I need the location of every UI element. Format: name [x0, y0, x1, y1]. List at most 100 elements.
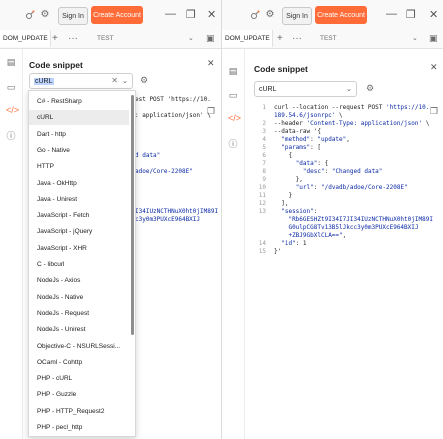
- language-option[interactable]: JavaScript - Fetch: [29, 208, 129, 223]
- line-number: 6: [262, 152, 266, 159]
- new-tab-plus-icon[interactable]: +: [52, 33, 58, 44]
- close-window-button[interactable]: ✕: [207, 8, 216, 21]
- code-snippet-icon[interactable]: </>: [228, 113, 241, 123]
- new-tab-plus-icon[interactable]: +: [277, 33, 283, 44]
- language-option[interactable]: JavaScript - jQuery: [29, 224, 129, 239]
- clear-icon[interactable]: ✕: [111, 76, 118, 85]
- documentation-icon[interactable]: ▤: [6, 57, 16, 68]
- sign-in-button[interactable]: Sign In: [282, 7, 312, 25]
- more-tabs-icon[interactable]: ···: [68, 33, 78, 44]
- minimize-window-button[interactable]: —: [386, 8, 397, 20]
- close-panel-icon[interactable]: ✕: [430, 62, 438, 73]
- left-topbar: ⚙ Sign In Create Account — ❐ ✕: [0, 0, 221, 30]
- tab-dom-update[interactable]: DOM_UPDATE: [0, 30, 51, 47]
- settings-gear-icon[interactable]: ⚙: [264, 8, 276, 21]
- minimize-window-button[interactable]: —: [165, 8, 176, 20]
- language-option[interactable]: PHP - Guzzle: [29, 387, 129, 402]
- satellite-icon[interactable]: [24, 9, 36, 21]
- language-option[interactable]: NodeJs - Unirest: [29, 322, 129, 337]
- language-option[interactable]: PHP - pecl_http: [29, 420, 129, 435]
- satellite-icon[interactable]: [249, 9, 261, 21]
- snippet-settings-gear-icon[interactable]: ⚙: [140, 75, 148, 86]
- language-option[interactable]: NodeJs - Axios: [29, 273, 129, 288]
- code-line: adoe/Core-2208E": [135, 168, 193, 175]
- line-number: 14: [258, 240, 266, 247]
- language-option[interactable]: Java - Unirest: [29, 192, 129, 207]
- language-dropdown-menu: C# - RestSharp cURL Dart - http Go - Native…: [28, 90, 136, 437]
- code-string: "method": [281, 136, 311, 143]
- language-option[interactable]: Java - OkHttp: [29, 176, 129, 191]
- code-string: G0ulpCG8Tv13B5lJkcc3y0m3PUXcE964BXIJ: [288, 224, 419, 231]
- settings-gear-icon[interactable]: ⚙: [39, 8, 51, 21]
- language-option[interactable]: Objective-C - NSURLSessi...: [29, 339, 129, 354]
- code-snippet-icon[interactable]: </>: [6, 105, 19, 115]
- right-topbar: ⚙ Sign In Create Account — ❐ ✕: [222, 0, 443, 30]
- line-number: 12: [258, 200, 266, 207]
- language-option[interactable]: PHP - HTTP_Request2: [29, 404, 129, 419]
- comments-icon[interactable]: ▭: [6, 82, 16, 93]
- code-text: \: [422, 120, 430, 127]
- language-option[interactable]: Go - Native: [29, 143, 129, 158]
- language-select-value: cURL: [34, 77, 54, 85]
- environment-quick-look-icon[interactable]: ▣: [429, 33, 438, 44]
- line-number: 3: [262, 128, 266, 135]
- line-number: 11: [258, 192, 266, 199]
- chevron-down-icon[interactable]: ⌄: [346, 85, 352, 93]
- create-account-button[interactable]: Create Account: [91, 6, 143, 24]
- line-number: 7: [262, 160, 266, 167]
- environment-quick-look-icon[interactable]: ▣: [206, 33, 215, 44]
- language-option[interactable]: JavaScript - XHR: [29, 241, 129, 256]
- info-icon[interactable]: ⓘ: [228, 137, 238, 150]
- maximize-window-button[interactable]: ❐: [186, 8, 196, 21]
- chevron-down-icon[interactable]: ⌄: [122, 77, 128, 85]
- code-line: 5 "params": [: [250, 144, 433, 152]
- code-line: 10 "url": "/dvadb/adoe/Core-2208E": [250, 184, 433, 192]
- language-select-input[interactable]: cURL ✕ ⌄: [29, 73, 133, 89]
- code-line: I34IUzNCTHNuX0ht0jIM89I: [135, 208, 219, 215]
- language-option[interactable]: OCaml - Cohttp: [29, 355, 129, 370]
- language-option[interactable]: HTTP: [29, 159, 129, 174]
- sign-in-button[interactable]: Sign In: [58, 7, 88, 25]
- code-text: --header: [274, 120, 307, 127]
- code-line: 12 ],: [250, 200, 433, 208]
- code-snippet-title: Code snippet: [254, 64, 308, 74]
- language-option[interactable]: NodeJs - Request: [29, 306, 129, 321]
- code-line: 14 "id": 1: [250, 240, 433, 248]
- line-number: 10: [258, 184, 266, 191]
- language-option[interactable]: NodeJs - Native: [29, 290, 129, 305]
- left-code-fragment: est POST 'https://10. : application/json…: [135, 96, 218, 224]
- language-option[interactable]: C# - RestSharp: [29, 94, 129, 109]
- maximize-window-button[interactable]: ❐: [406, 8, 416, 21]
- create-account-button[interactable]: Create Account: [315, 6, 367, 24]
- documentation-icon[interactable]: ▤: [228, 66, 238, 77]
- code-string: "/dvadb/adoe/Core-2208E": [320, 184, 408, 191]
- close-panel-icon[interactable]: ✕: [207, 58, 215, 69]
- language-option[interactable]: PHP - cURL: [29, 371, 129, 386]
- comments-icon[interactable]: ▭: [228, 90, 238, 101]
- language-option[interactable]: Dart - http: [29, 127, 129, 142]
- code-line: c3y0m3PUXcE964BXIJ: [135, 216, 201, 223]
- environment-selector[interactable]: TEST: [97, 35, 114, 42]
- code-text: ],: [274, 200, 289, 207]
- environment-chevron-icon[interactable]: ⌄: [188, 34, 194, 42]
- code-line: G0ulpCG8Tv13B5lJkcc3y0m3PUXcE964BXIJ: [250, 224, 433, 232]
- close-window-button[interactable]: ✕: [429, 8, 438, 21]
- code-text: : 1: [295, 240, 307, 247]
- code-string: "data": [295, 160, 318, 167]
- info-icon[interactable]: ⓘ: [6, 129, 16, 142]
- tab-dom-update[interactable]: DOM_UPDATE: [222, 30, 273, 47]
- environment-chevron-icon[interactable]: ⌄: [412, 34, 418, 42]
- language-select-input[interactable]: cURL ⌄: [254, 81, 357, 97]
- language-option[interactable]: cURL: [29, 110, 129, 126]
- code-text: :: [313, 184, 321, 191]
- more-tabs-icon[interactable]: ···: [292, 33, 302, 44]
- snippet-settings-gear-icon[interactable]: ⚙: [366, 83, 374, 94]
- environment-selector[interactable]: TEST: [320, 35, 337, 42]
- language-option[interactable]: C - libcurl: [29, 257, 129, 272]
- code-string: "Rb6GESHZt9I34I7JI34IUzNCTHNuX0ht0jIM89I: [288, 216, 433, 223]
- dropdown-scrollbar[interactable]: [131, 95, 134, 335]
